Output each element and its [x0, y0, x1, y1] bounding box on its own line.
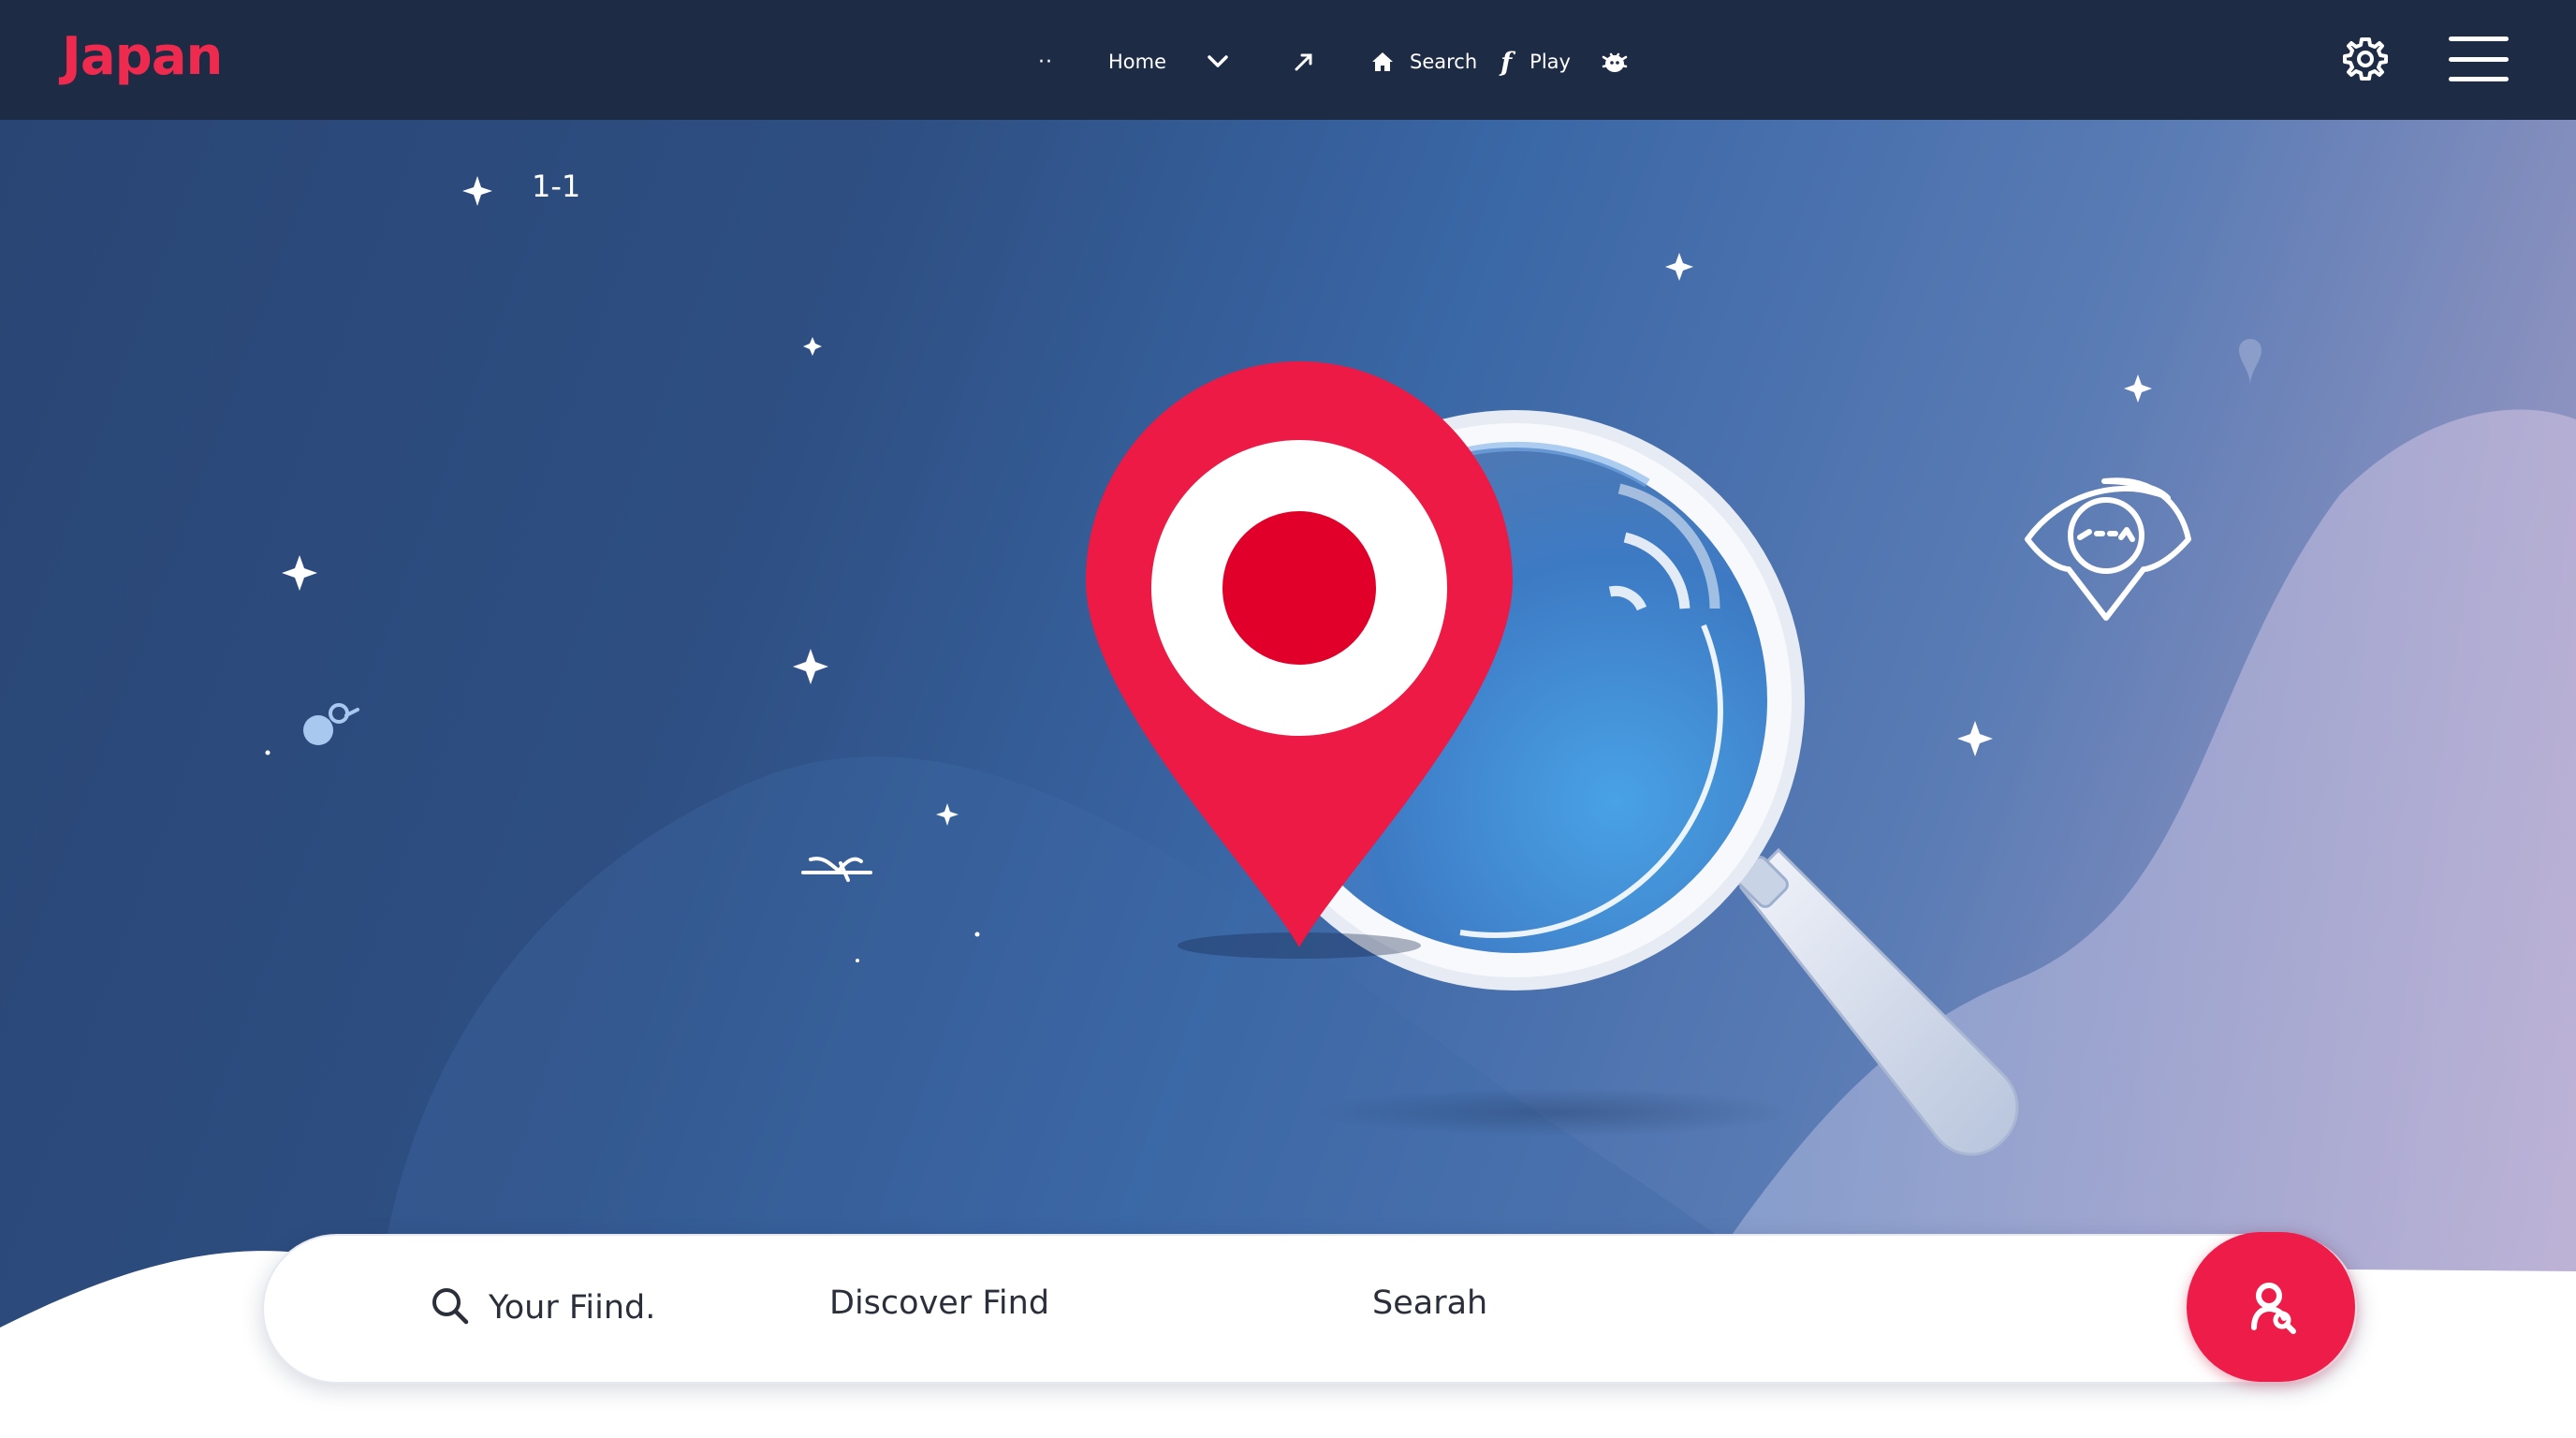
search-link[interactable]: Searah: [1372, 1284, 1487, 1322]
person-search-icon: [2251, 1283, 2296, 1334]
star-dot: [856, 959, 859, 962]
bug-icon[interactable]: [1599, 37, 1631, 86]
eye-location-icon: [2025, 477, 2191, 621]
brand-logo[interactable]: Japan: [62, 26, 223, 87]
sparkle-icon: [282, 555, 317, 591]
search-panel: Discover Find Searah: [262, 1232, 2359, 1384]
search-icon: [429, 1284, 472, 1328]
slide-counter: 1-1: [532, 169, 581, 204]
gear-icon[interactable]: [2340, 34, 2391, 84]
sparkle-icon: [462, 176, 492, 206]
search-submit-button[interactable]: [2187, 1232, 2355, 1382]
sparkle-icon: [803, 337, 822, 356]
trend-arrow-icon[interactable]: [1290, 37, 1318, 86]
star-dot: [974, 932, 980, 937]
top-nav-bar: Japan ·· Home Search f Play: [0, 0, 2576, 120]
sparkle-icon: [1665, 253, 1693, 281]
search-input[interactable]: [489, 1284, 732, 1331]
satellite-icon: [303, 703, 359, 745]
nav-links: ·· Home Search f Play: [1030, 37, 1631, 86]
facebook-icon[interactable]: f: [1496, 37, 1516, 86]
nav-play-link[interactable]: Play: [1530, 37, 1571, 86]
star-dot: [265, 750, 271, 756]
chevron-down-icon[interactable]: [1204, 37, 1232, 86]
mini-pin-icon: [2239, 339, 2261, 386]
home-icon[interactable]: [1368, 37, 1397, 86]
nav-more-dots[interactable]: ··: [1030, 37, 1061, 86]
nav-home-link[interactable]: Home: [1108, 37, 1166, 86]
sparkle-icon: [2124, 374, 2152, 403]
sparkle-icon: [793, 649, 828, 684]
hamburger-menu-icon[interactable]: [2449, 37, 2509, 81]
nav-search-link[interactable]: Search: [1410, 37, 1477, 86]
sparkle-icon: [1957, 721, 1993, 756]
discover-find-link[interactable]: Discover Find: [829, 1284, 1049, 1322]
nav-right-actions: [2340, 34, 2509, 84]
